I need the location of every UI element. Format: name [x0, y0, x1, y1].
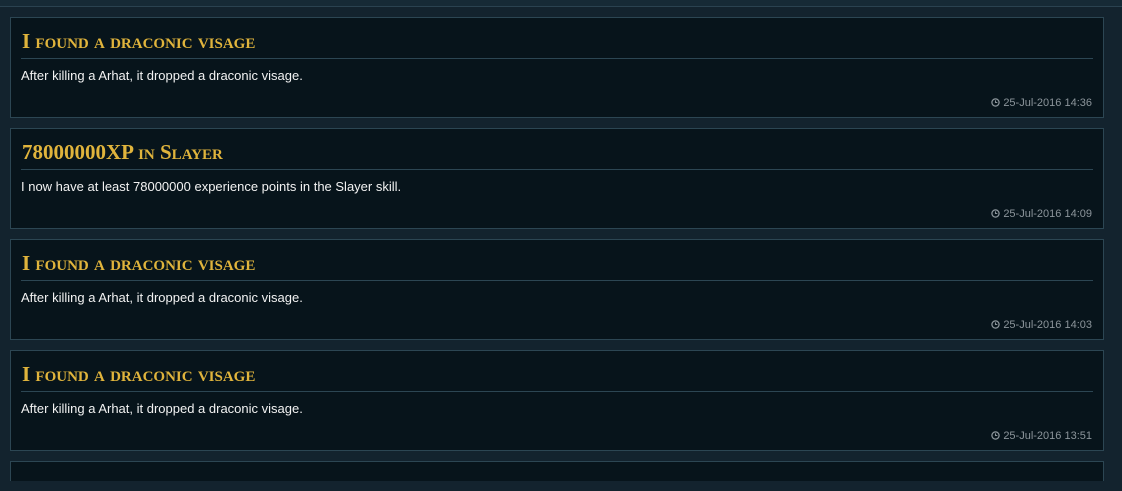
activity-card: 78000000XP in Slayer I now have at least… [10, 128, 1104, 229]
clock-icon [991, 320, 1001, 329]
top-bar [0, 0, 1122, 7]
timestamp-label: 25-Jul-2016 14:09 [1003, 208, 1092, 220]
activity-title: I found a draconic visage [21, 362, 1093, 392]
timestamp-label: 25-Jul-2016 14:03 [1003, 319, 1092, 331]
activity-text: After killing a Arhat, it dropped a drac… [21, 290, 303, 305]
clock-icon [991, 431, 1001, 440]
activity-timestamp: 25-Jul-2016 14:36 [991, 97, 1092, 109]
activity-text: After killing a Arhat, it dropped a drac… [21, 68, 303, 83]
activity-card: I found a draconic visage After killing … [10, 17, 1104, 118]
timestamp-label: 25-Jul-2016 13:51 [1003, 430, 1092, 442]
activity-card: I found a draconic visage After killing … [10, 239, 1104, 340]
activity-card: I found a draconic visage After killing … [10, 350, 1104, 451]
activity-title: I found a draconic visage [21, 251, 1093, 281]
activity-title: 78000000XP in Slayer [21, 140, 1093, 170]
clock-icon [991, 209, 1001, 218]
activity-timestamp: 25-Jul-2016 13:51 [991, 430, 1092, 442]
activity-text: After killing a Arhat, it dropped a drac… [21, 401, 303, 416]
activity-timestamp: 25-Jul-2016 14:03 [991, 319, 1092, 331]
activity-timestamp: 25-Jul-2016 14:09 [991, 208, 1092, 220]
activity-card-partial [10, 461, 1104, 481]
activity-title: I found a draconic visage [21, 29, 1093, 59]
timestamp-label: 25-Jul-2016 14:36 [1003, 97, 1092, 109]
clock-icon [991, 98, 1001, 107]
activity-feed: I found a draconic visage After killing … [10, 17, 1104, 491]
activity-text: I now have at least 78000000 experience … [21, 179, 402, 194]
